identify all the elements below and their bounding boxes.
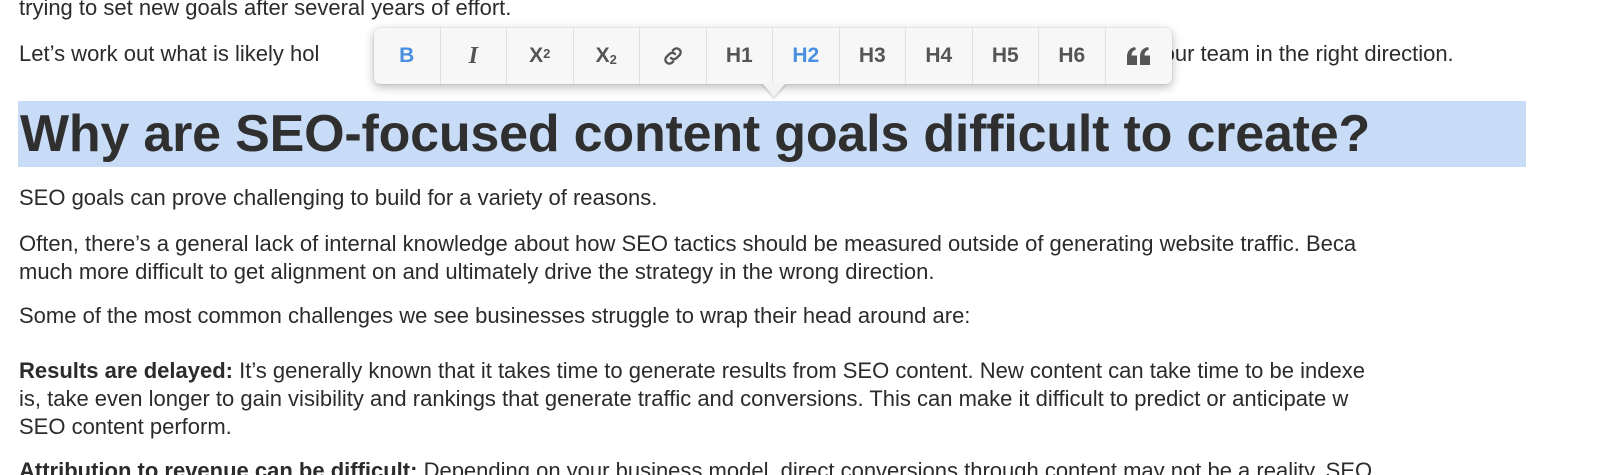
paragraph-top: trying to set new goals after several ye…: [19, 0, 512, 20]
link-button[interactable]: [640, 28, 707, 84]
bold-label: B: [399, 44, 415, 67]
subscript-base: X: [595, 44, 610, 67]
paragraph-2-line-1: Often, there’s a general lack of interna…: [19, 231, 1357, 256]
list-item-1-text: It’s generally known that it takes time …: [232, 358, 1365, 383]
paragraph-3: Some of the most common challenges we se…: [19, 303, 971, 328]
h2-button[interactable]: H2: [773, 28, 840, 84]
superscript-button[interactable]: X2: [507, 28, 574, 84]
h1-button[interactable]: H1: [707, 28, 773, 84]
list-item-1-term: Results are delayed:: [19, 358, 233, 383]
paragraph-2-line-2: much more difficult to get alignment on …: [19, 259, 935, 284]
list-item-1-line-2: is, take even longer to gain visibility …: [19, 386, 1349, 411]
italic-button[interactable]: I: [441, 28, 507, 84]
subscript-button[interactable]: X2: [574, 28, 640, 84]
h6-button[interactable]: H6: [1039, 28, 1106, 84]
h4-button[interactable]: H4: [906, 28, 973, 84]
list-item-2-term: Attribution to revenue can be difficult:: [19, 458, 418, 475]
blockquote-button[interactable]: [1106, 28, 1173, 84]
subscript-mark: 2: [609, 51, 617, 67]
list-item-2-text: Depending on your business model, direct…: [417, 458, 1373, 475]
formatting-toolbar: B I X2 X2 H1 H2 H3 H4 H5 H6: [374, 28, 1172, 84]
h5-button[interactable]: H5: [973, 28, 1039, 84]
paragraph-intro-left: Let’s work out what is likely hol: [19, 41, 320, 66]
bold-button[interactable]: B: [374, 28, 441, 84]
h3-button[interactable]: H3: [840, 28, 906, 84]
h3-label: H3: [858, 44, 886, 67]
h4-label: H4: [925, 44, 953, 67]
superscript-base: X: [529, 44, 544, 67]
h6-label: H6: [1058, 44, 1086, 67]
h5-label: H5: [991, 44, 1019, 67]
list-item-2-line-1: Attribution to revenue can be difficult:…: [19, 457, 1372, 475]
link-icon: [664, 47, 682, 65]
paragraph-intro-right: t your team in the right direction.: [1139, 41, 1454, 66]
h2-label: H2: [792, 44, 820, 67]
quote-icon: [1126, 47, 1150, 65]
selected-heading[interactable]: Why are SEO-focused content goals diffic…: [20, 101, 1370, 167]
italic-label: I: [468, 42, 478, 69]
h1-label: H1: [725, 44, 753, 67]
paragraph-1: SEO goals can prove challenging to build…: [19, 185, 658, 210]
list-item-1-line-1: Results are delayed: It’s generally know…: [19, 357, 1365, 385]
toolbar-pointer: [762, 83, 786, 97]
list-item-1-line-3: SEO content perform.: [19, 414, 232, 439]
superscript-mark: 2: [543, 45, 551, 61]
